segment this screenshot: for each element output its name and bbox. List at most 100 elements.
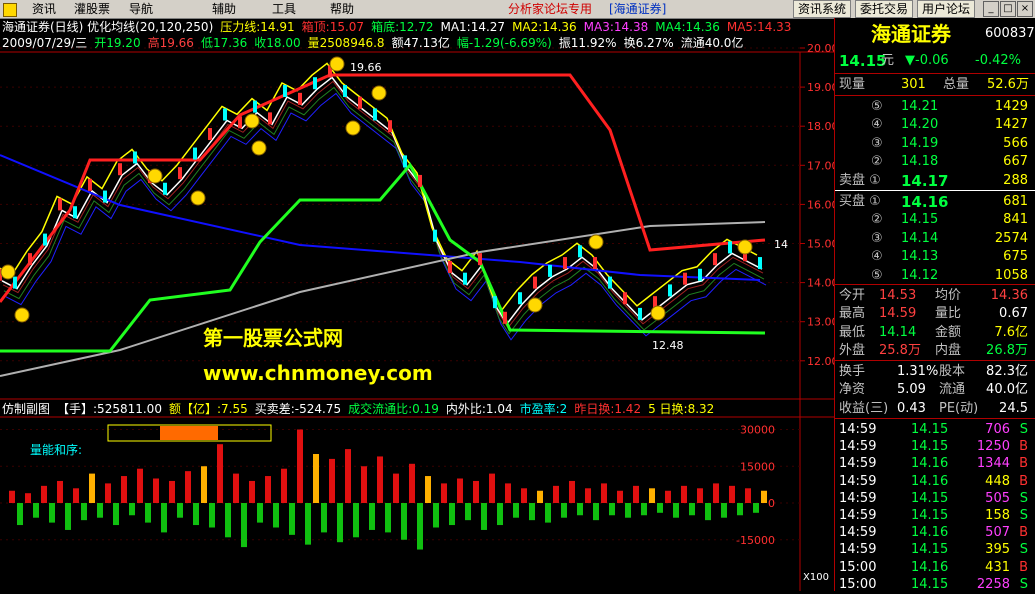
volume-bar-positive bbox=[713, 483, 719, 503]
volume-bar-positive bbox=[57, 480, 63, 503]
candle-up bbox=[208, 128, 212, 141]
candle-down bbox=[313, 77, 317, 90]
ask-row: ⑤ 14.21 1429 bbox=[835, 98, 1035, 116]
candle-down bbox=[43, 233, 47, 246]
volume-bar-negative bbox=[257, 503, 263, 523]
candle-up bbox=[713, 253, 717, 266]
volume-bar-positive bbox=[553, 485, 559, 503]
tick-time: 14:59 bbox=[839, 542, 877, 558]
volume-bar-negative bbox=[161, 503, 167, 533]
volume-bar-positive bbox=[457, 478, 463, 503]
ask-price: 14.20 bbox=[901, 117, 939, 133]
candle-down bbox=[433, 229, 437, 242]
volume-bar-positive bbox=[185, 471, 191, 503]
bid-row: ④ 14.13 675 bbox=[835, 248, 1035, 266]
ask-price: 14.17 bbox=[901, 171, 949, 190]
volume-bar-positive bbox=[393, 473, 399, 503]
candle-down bbox=[668, 284, 672, 297]
minimize-icon[interactable]: _ bbox=[983, 1, 999, 17]
fin-label: 股本 bbox=[939, 364, 966, 379]
candle-down bbox=[283, 85, 287, 98]
fin-value: 24.5 bbox=[999, 400, 1028, 416]
bid-row: ⑤ 14.12 1058 bbox=[835, 267, 1035, 285]
candle-down bbox=[728, 241, 732, 254]
candle-down bbox=[163, 182, 167, 195]
close-icon[interactable]: × bbox=[1017, 1, 1033, 17]
tick-volume: 505 bbox=[985, 490, 1010, 506]
volume-bar-negative bbox=[513, 503, 519, 518]
candle-down bbox=[518, 292, 522, 305]
candle-down bbox=[548, 264, 552, 277]
ask-volume: 1429 bbox=[994, 99, 1028, 114]
fin-value: 0.43 bbox=[897, 400, 926, 416]
ask-volume: 288 bbox=[1003, 172, 1028, 188]
candle-up bbox=[533, 276, 537, 289]
volume-bar-positive bbox=[633, 485, 639, 503]
tick-row: 15:00 14.15 2258 S bbox=[835, 576, 1035, 594]
ask-level-label: ③ bbox=[871, 135, 883, 151]
volume-bar-negative bbox=[657, 503, 663, 513]
price-tick-label: 18.00 bbox=[807, 120, 834, 133]
bid-level-label: 买盘 ① bbox=[839, 194, 881, 209]
smiley-marker-icon bbox=[190, 190, 206, 206]
watermark-url: www.chnmoney.com bbox=[203, 361, 433, 385]
ma-line-green bbox=[3, 86, 765, 335]
tick-side: S bbox=[1019, 542, 1028, 558]
volume-bar-positive bbox=[569, 480, 575, 503]
order-trade-button[interactable]: 委托交易 bbox=[855, 0, 914, 18]
price-change-pct: -0.42% bbox=[975, 53, 1021, 68]
price-tick-label: 17.00 bbox=[807, 159, 834, 172]
price-tick-label: 20.00 bbox=[807, 42, 834, 55]
volume-bar-positive bbox=[217, 444, 223, 503]
ask-row: ② 14.18 667 bbox=[835, 153, 1035, 171]
candle-down bbox=[403, 155, 407, 168]
candle-down bbox=[223, 108, 227, 121]
volume-bar-positive bbox=[585, 488, 591, 503]
tick-volume: 507 bbox=[985, 525, 1010, 541]
candle-down bbox=[373, 108, 377, 121]
volume-bar-negative bbox=[369, 503, 375, 530]
volume-bar-positive bbox=[105, 483, 111, 503]
volume-bar-negative bbox=[545, 503, 551, 523]
tick-row: 14:59 14.16 507 B bbox=[835, 524, 1035, 542]
candle-up bbox=[563, 257, 567, 270]
volume-bar-negative bbox=[753, 503, 759, 513]
stat-value: 14.59 bbox=[879, 306, 917, 322]
stat-row: 今开 14.53 均价 14.36 bbox=[835, 287, 1035, 305]
tick-row: 14:59 14.16 448 B bbox=[835, 473, 1035, 491]
stat-label: 均价 bbox=[935, 288, 962, 303]
now-volume: 301 bbox=[901, 77, 926, 92]
tick-price: 14.15 bbox=[911, 542, 949, 558]
volume-bar-negative bbox=[49, 503, 55, 523]
tick-price: 14.15 bbox=[911, 508, 949, 523]
quote-separator bbox=[835, 73, 1035, 74]
user-forum-button[interactable]: 用户论坛 bbox=[917, 0, 976, 18]
tick-side: S bbox=[1019, 422, 1028, 437]
smiley-marker-icon bbox=[345, 120, 361, 136]
price-tick-label: 15.00 bbox=[807, 238, 834, 251]
bid-level-label: ③ bbox=[871, 230, 883, 246]
volume-bar-negative bbox=[97, 503, 103, 518]
stat-value: 7.6亿 bbox=[994, 324, 1028, 340]
price-tick-label: 14.00 bbox=[807, 277, 834, 290]
tick-side: B bbox=[1019, 559, 1028, 575]
volume-tick-label: 15000 bbox=[740, 460, 775, 473]
tick-volume: 2258 bbox=[976, 576, 1010, 592]
volume-tick-label: 30000 bbox=[740, 424, 775, 437]
last-price: 14.15 bbox=[839, 52, 887, 70]
volume-bar-negative bbox=[129, 503, 135, 516]
bid-price: 14.14 bbox=[901, 230, 939, 246]
chart-area[interactable]: 20.00 19.00 18.00 17.00 16.00 15.00 14.00 13.00… bbox=[0, 0, 834, 591]
tick-side: S bbox=[1019, 508, 1028, 523]
maximize-icon[interactable]: □ bbox=[1000, 1, 1016, 17]
ask-level-label: ② bbox=[871, 154, 883, 170]
tick-volume: 1344 bbox=[976, 456, 1010, 472]
volume-bar-positive bbox=[153, 478, 159, 503]
candle-up bbox=[178, 167, 182, 180]
tick-side: B bbox=[1019, 439, 1028, 455]
smiley-marker-icon bbox=[371, 85, 387, 101]
stat-value: 14.53 bbox=[879, 288, 917, 303]
tick-time: 14:59 bbox=[839, 422, 877, 437]
candle-up bbox=[593, 257, 597, 270]
fin-value: 5.09 bbox=[897, 382, 926, 398]
